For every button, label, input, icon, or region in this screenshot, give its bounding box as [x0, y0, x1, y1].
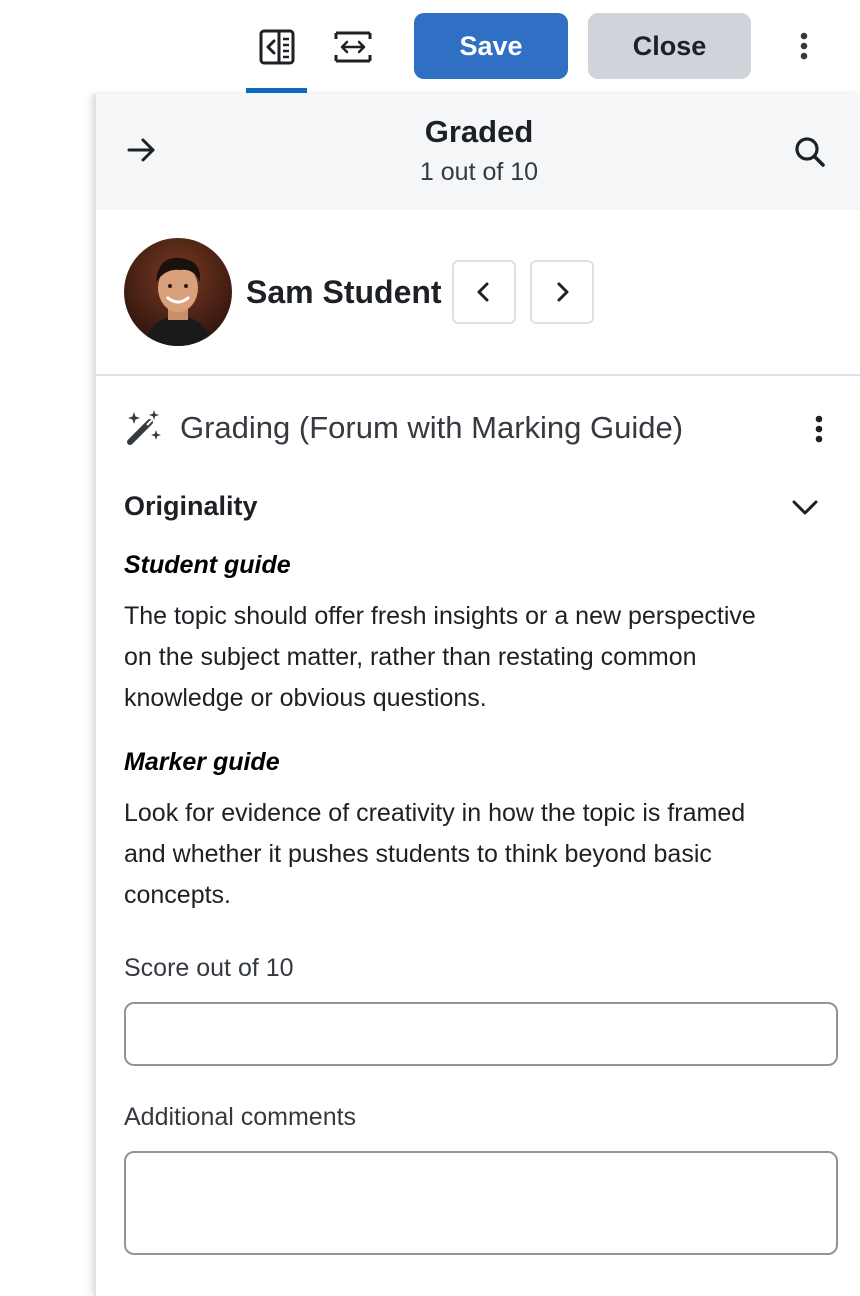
marker-guide-line: Look for evidence of creativity in how t…: [124, 799, 746, 827]
save-button[interactable]: Save: [414, 13, 568, 79]
more-options-icon[interactable]: [786, 26, 822, 66]
student-guide-line: on the subject matter, rather than resta…: [124, 643, 697, 671]
student-guide-text: The topic should offer fresh insights or…: [124, 596, 830, 719]
top-toolbar: Save Close: [0, 0, 860, 94]
search-icon[interactable]: [792, 134, 828, 170]
score-input[interactable]: [124, 1002, 838, 1066]
grading-options-icon[interactable]: [814, 414, 834, 450]
next-student-button[interactable]: [530, 260, 594, 324]
expand-width-icon[interactable]: [328, 22, 378, 72]
active-view-indicator: [246, 88, 307, 93]
filter-count: 1 out of 10: [419, 158, 539, 186]
student-guide-heading: Student guide: [124, 551, 291, 579]
chevron-down-icon[interactable]: [790, 492, 820, 522]
student-guide-line: knowledge or obvious questions.: [124, 684, 487, 712]
collapse-panel-icon[interactable]: [252, 22, 302, 72]
drawer-header: Graded 1 out of 10: [96, 94, 860, 210]
chevron-right-icon: [557, 282, 569, 302]
marker-guide-line: and whether it pushes students to think …: [124, 840, 712, 868]
grading-section-header: Grading (Forum with Marking Guide): [124, 406, 834, 452]
student-selector: Sam Student: [96, 210, 860, 376]
comments-label: Additional comments: [124, 1103, 357, 1131]
comments-textarea[interactable]: [124, 1151, 838, 1255]
student-name: Sam Student: [246, 274, 442, 310]
marker-guide-text: Look for evidence of creativity in how t…: [124, 793, 830, 916]
marker-guide-heading: Marker guide: [124, 748, 280, 776]
main-content-area: [0, 94, 94, 1296]
grading-method-title: Grading (Forum with Marking Guide): [180, 410, 684, 445]
student-guide-line: The topic should offer fresh insights or…: [124, 602, 756, 630]
criterion-name: Originality: [124, 491, 258, 521]
chevron-left-icon: [477, 282, 489, 302]
close-button[interactable]: Close: [588, 13, 751, 79]
score-label: Score out of 10: [124, 954, 294, 982]
magic-wand-icon: [124, 408, 164, 448]
previous-student-button[interactable]: [452, 260, 516, 324]
marker-guide-line: concepts.: [124, 881, 232, 909]
filter-title: Graded: [424, 114, 534, 149]
avatar: [124, 238, 232, 346]
grading-drawer: Graded 1 out of 10 Sam Student Grading (…: [94, 94, 860, 1296]
